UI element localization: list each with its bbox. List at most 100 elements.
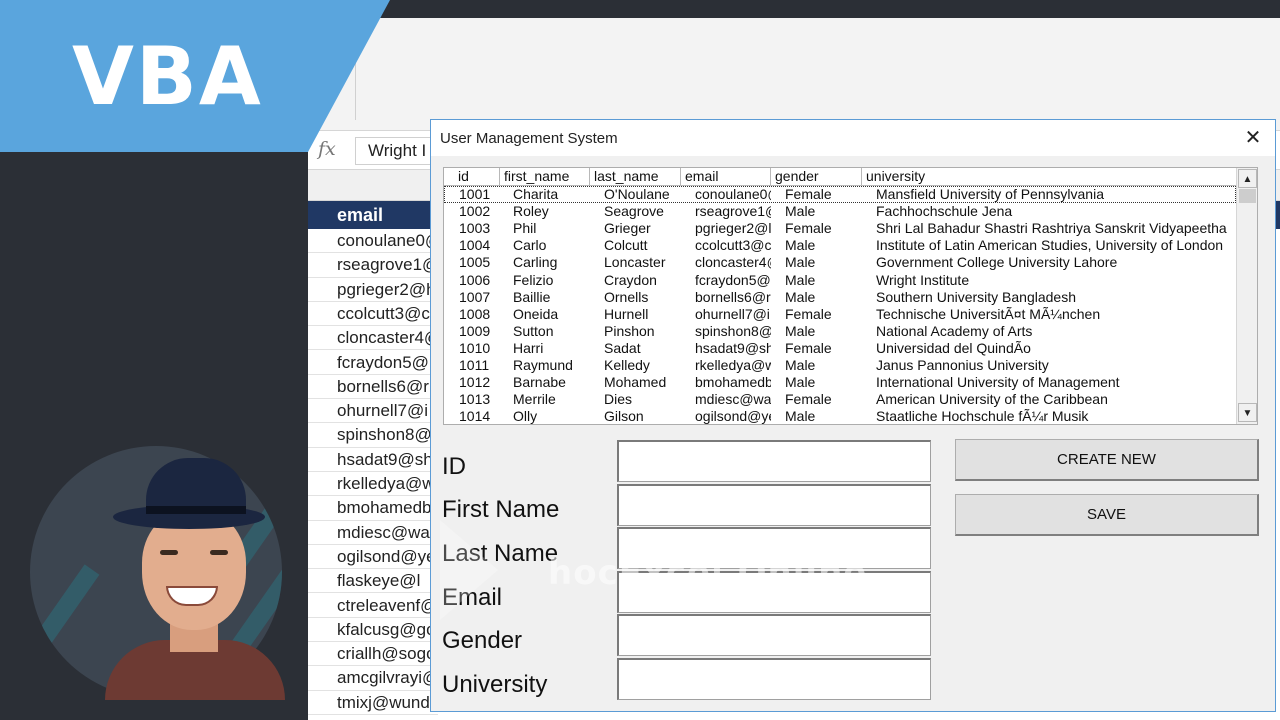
cell-university: Southern University Bangladesh <box>876 288 1077 305</box>
play-arrow-icon <box>440 520 498 620</box>
listbox-row[interactable]: 1011 Raymund Kelledy rkelledya@w Male Janus P… <box>444 357 1236 374</box>
cell-last-name: Mohamed <box>604 374 667 391</box>
listbox-row[interactable]: 1012 Barnabe Mohamed bmohamedb Male Internati… <box>444 374 1236 391</box>
cell-gender: Female <box>785 339 832 356</box>
cell-id: 1010 <box>459 339 491 356</box>
cell-last-name: Grieger <box>604 220 651 237</box>
email-cell[interactable]: ccolcutt3@c <box>308 302 438 327</box>
cell-university: American University of the Caribbean <box>876 391 1108 408</box>
user-listbox[interactable]: id first_name last_name email gender uni… <box>443 167 1258 425</box>
cell-gender: Female <box>785 186 832 202</box>
cell-id: 1003 <box>459 220 491 237</box>
email-cell[interactable]: tmixj@wund <box>308 691 438 715</box>
email-cell[interactable]: ogilsond@ye <box>308 545 438 570</box>
hat-band <box>146 506 246 514</box>
cell-gender: Male <box>785 408 816 425</box>
cell-first-name: Harri <box>513 339 544 356</box>
listbox-row[interactable]: 1002 Roley Seagrove rseagrove1@ Male Fachhoch… <box>444 203 1236 220</box>
create-new-button[interactable]: CREATE NEW <box>955 439 1259 481</box>
email-cell[interactable]: hsadat9@sh <box>308 448 438 472</box>
listbox-row[interactable]: 1013 Merrile Dies mdiesc@was Female American … <box>444 391 1236 408</box>
cell-gender: Female <box>785 391 832 408</box>
cell-gender: Male <box>785 288 816 305</box>
formula-input[interactable]: Wright I <box>355 137 435 165</box>
scroll-down-icon[interactable]: ▼ <box>1238 403 1257 422</box>
cell-gender: Female <box>785 220 832 237</box>
listbox-row[interactable]: 1001 Charita O'Noulane conoulane0@ Female Man… <box>444 186 1236 203</box>
avatar-right-eye <box>210 550 228 555</box>
close-icon[interactable]: ✕ <box>1237 124 1269 152</box>
email-cell[interactable]: spinshon8@ <box>308 423 438 448</box>
email-cell[interactable]: conoulane0@ <box>308 229 438 254</box>
listbox-row[interactable]: 1007 Baillie Ornells bornells6@r Male Souther… <box>444 289 1236 306</box>
first-name-field[interactable] <box>617 484 931 526</box>
email-cell[interactable]: kfalcusg@go <box>308 618 438 643</box>
cell-id: 1007 <box>459 288 491 305</box>
cell-university: Technische UniversitÃ¤t MÃ¼nchen <box>876 305 1101 322</box>
cell-first-name: Barnabe <box>513 374 566 391</box>
cell-last-name: Seagrove <box>604 203 664 220</box>
email-cell[interactable]: criallh@sogo <box>308 642 438 667</box>
cell-first-name: Sutton <box>513 322 554 339</box>
cell-university: Janus Pannonius University <box>876 357 1049 373</box>
email-cell[interactable]: fcraydon5@ <box>308 351 438 375</box>
listbox-scrollbar[interactable]: ▲ ▼ <box>1236 168 1257 424</box>
save-button[interactable]: SAVE <box>955 494 1259 536</box>
col-header-university: university <box>866 168 926 184</box>
email-cell[interactable]: bornells6@r <box>308 375 438 400</box>
listbox-row[interactable]: 1010 Harri Sadat hsadat9@sh Female Universida… <box>444 340 1236 357</box>
email-cell[interactable]: flaskeye@l <box>308 569 438 594</box>
cell-first-name: Oneida <box>513 305 559 322</box>
cell-last-name: Loncaster <box>604 254 666 271</box>
email-cell[interactable]: cloncaster4@ <box>308 326 438 351</box>
listbox-row[interactable]: 1006 Felizio Craydon fcraydon5@ Male Wright I… <box>444 272 1236 289</box>
email-cell[interactable]: mdiesc@wa <box>308 521 438 545</box>
email-cell[interactable]: bmohamedb <box>308 496 438 521</box>
cell-email: cloncaster4@ <box>695 254 771 271</box>
cell-email: bmohamedb <box>695 374 771 391</box>
cell-email: fcraydon5@ <box>695 271 771 288</box>
email-cell[interactable]: amcgilvrayi@ <box>308 666 438 691</box>
fx-icon[interactable]: fx <box>318 138 336 160</box>
cell-first-name: Baillie <box>513 288 551 305</box>
listbox-row[interactable]: 1008 Oneida Hurnell ohurnell7@i Female Techni… <box>444 306 1236 323</box>
col-header-email: email <box>681 168 771 185</box>
cell-first-name: Merrile <box>513 391 556 408</box>
listbox-row[interactable]: 1003 Phil Grieger pgrieger2@l Female Shri Lal… <box>444 220 1236 237</box>
email-cell[interactable]: pgrieger2@h <box>308 278 438 302</box>
email-cell[interactable]: rkelledya@w <box>308 472 438 497</box>
listbox-row[interactable]: 1014 Olly Gilson ogilsond@ye Male Staatliche … <box>444 408 1236 425</box>
cell-first-name: Raymund <box>513 357 573 373</box>
email-cell[interactable]: ctreleavenf@ <box>308 594 438 618</box>
cell-last-name: Ornells <box>604 288 649 305</box>
cell-last-name: Colcutt <box>604 237 648 254</box>
scroll-up-icon[interactable]: ▲ <box>1238 169 1257 188</box>
cell-id: 1008 <box>459 305 491 322</box>
cell-last-name: Pinshon <box>604 322 655 339</box>
id-field[interactable] <box>617 440 931 482</box>
listbox-row[interactable]: 1009 Sutton Pinshon spinshon8@ Male National … <box>444 323 1236 340</box>
cell-university: Universidad del QuindÃo <box>876 339 1031 356</box>
cell-university: Staatliche Hochschule fÃ¼r Musik <box>876 408 1089 425</box>
scroll-thumb[interactable] <box>1239 189 1256 203</box>
label-university: University <box>442 671 548 698</box>
excel-ribbon <box>308 18 1280 131</box>
cell-last-name: Dies <box>604 391 633 408</box>
label-gender: Gender <box>442 627 523 654</box>
email-cell[interactable]: ohurnell7@i <box>308 399 438 424</box>
cell-first-name: Carlo <box>513 237 547 254</box>
cell-email: rkelledya@w <box>695 357 771 373</box>
university-field[interactable] <box>617 658 931 700</box>
email-column-header[interactable]: email <box>308 201 438 229</box>
listbox-header: id first_name last_name email gender uni… <box>444 168 1236 186</box>
cell-email: mdiesc@was <box>695 391 771 408</box>
listbox-row[interactable]: 1005 Carling Loncaster cloncaster4@ Male Gove… <box>444 254 1236 271</box>
gender-field[interactable] <box>617 614 931 656</box>
listbox-row[interactable]: 1004 Carlo Colcutt ccolcutt3@c Male Institute… <box>444 237 1236 254</box>
avatar-left-eye <box>160 550 178 555</box>
email-cell[interactable]: rseagrove1@ <box>308 253 438 278</box>
cell-email: ogilsond@ye <box>695 408 771 425</box>
cell-university: Mansfield University of Pennsylvania <box>876 186 1104 202</box>
cell-email: ohurnell7@i <box>695 305 770 322</box>
cell-university: International University of Management <box>876 374 1120 391</box>
